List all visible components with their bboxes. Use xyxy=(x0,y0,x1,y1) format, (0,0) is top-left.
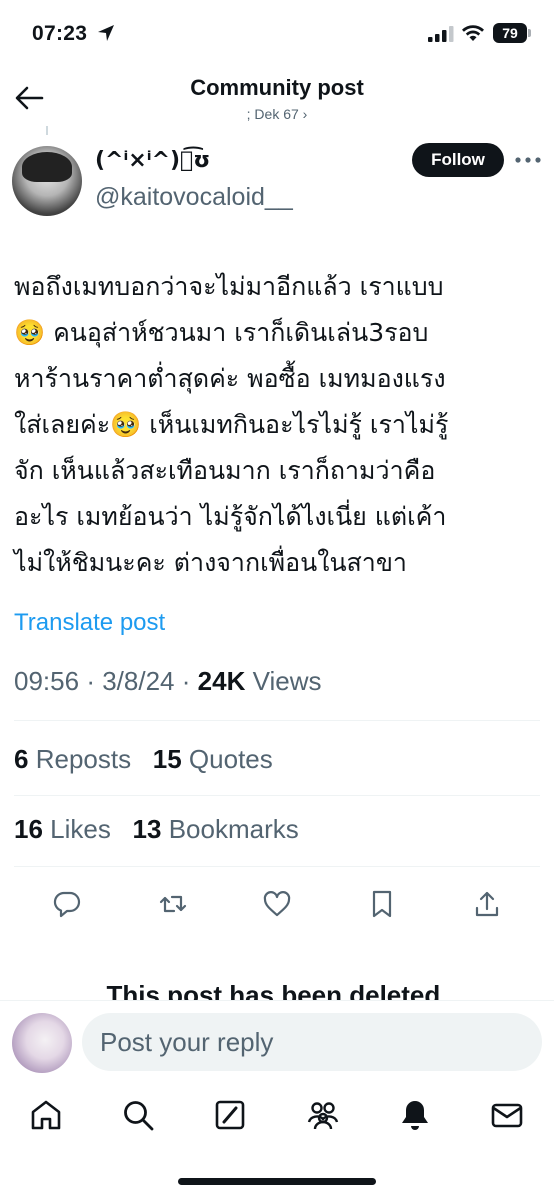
bookmarks-label: Bookmarks xyxy=(168,814,299,844)
share-icon[interactable] xyxy=(472,889,502,919)
post-text-line: พอถึงเมทบอกว่าจะไม่มาอีกแล้ว เราแบบ xyxy=(14,272,444,301)
more-options-icon[interactable] xyxy=(515,157,541,163)
post-date: 3/8/24 xyxy=(102,666,175,696)
battery-tip xyxy=(528,29,531,37)
post-text-line: อะไร เมทย้อนว่า ไม่รู้จักได้ไงเนี่ย แต่เ… xyxy=(14,502,447,531)
repost-icon[interactable] xyxy=(158,889,188,919)
grok-icon[interactable] xyxy=(213,1098,247,1132)
messages-icon[interactable] xyxy=(490,1098,524,1132)
views-count: 24K xyxy=(197,666,246,696)
quotes-label: Quotes xyxy=(188,744,273,774)
page-title: Community post xyxy=(190,75,364,100)
action-bar xyxy=(0,883,554,927)
status-time: 07:23 xyxy=(32,22,88,45)
author-handle[interactable]: @kaitovocaloid__ xyxy=(95,183,293,212)
post-text-line: ใส่เลยค่ะ🥹 เห็นเมทกินอะไรไม่รู้ เราไม่รู… xyxy=(14,410,449,439)
battery-icon: 79 xyxy=(493,23,527,43)
likes-count: 16 xyxy=(14,814,43,844)
bottom-nav xyxy=(0,1078,554,1200)
divider xyxy=(14,720,540,721)
views-label: Views xyxy=(252,666,322,696)
bookmarks-stat[interactable]: 13 Bookmarks xyxy=(133,814,299,844)
post-text-line: 🥹 คนอุส่าห์ชวนมา เราก็เดินเล่น3รอบ xyxy=(14,318,429,347)
community-link[interactable]: ; Dek 67 › xyxy=(0,106,554,122)
follow-button[interactable]: Follow xyxy=(412,143,504,177)
location-arrow-icon xyxy=(98,25,114,41)
post-text-line: จัก เห็นแล้วสะเทือนมาก เราก็ถามว่าคือ xyxy=(14,456,436,485)
author-display-name[interactable]: (^ⁱ×ⁱ^)ノ͡ʊ xyxy=(95,148,210,173)
wifi-icon xyxy=(462,25,484,41)
quotes-count: 15 xyxy=(152,744,182,774)
thread-line xyxy=(46,126,48,135)
home-indicator xyxy=(178,1178,376,1185)
reply-input[interactable]: Post your reply xyxy=(82,1013,542,1071)
like-icon[interactable] xyxy=(262,889,292,919)
meta-separator: · xyxy=(181,666,191,696)
reply-icon[interactable] xyxy=(52,889,82,919)
search-icon[interactable] xyxy=(121,1098,155,1132)
reposts-count: 6 xyxy=(14,744,29,774)
reply-bar: Post your reply xyxy=(0,1000,554,1078)
communities-icon[interactable] xyxy=(306,1098,340,1132)
reposts-label: Reposts xyxy=(35,744,132,774)
divider xyxy=(14,866,540,867)
quotes-stat[interactable]: 15 Quotes xyxy=(153,744,273,774)
meta-separator: · xyxy=(86,666,95,696)
user-avatar[interactable] xyxy=(12,1013,72,1073)
translate-post-link[interactable]: Translate post xyxy=(14,609,165,637)
status-bar: 07:23 79 xyxy=(0,0,554,72)
home-icon[interactable] xyxy=(29,1098,63,1132)
reposts-stat[interactable]: 6 Reposts xyxy=(14,744,131,774)
likes-label: Likes xyxy=(50,814,111,844)
divider xyxy=(14,795,540,796)
stats-row-likes: 16 Likes 13 Bookmarks xyxy=(14,814,299,845)
signal-icon xyxy=(428,26,454,42)
bookmarks-count: 13 xyxy=(132,814,162,844)
likes-stat[interactable]: 16 Likes xyxy=(14,814,111,844)
notifications-icon[interactable] xyxy=(398,1098,432,1132)
deleted-post-notice: This post has been deleted. xyxy=(106,980,448,1000)
post-meta: 09:56 · 3/8/24 · 24K Views xyxy=(14,666,321,697)
stats-row-reposts: 6 Reposts 15 Quotes xyxy=(14,744,273,775)
bookmark-icon[interactable] xyxy=(367,889,397,919)
post-time: 09:56 xyxy=(14,666,80,696)
post-text-line: ไม่ให้ชิมนะคะ ต่างจากเพื่อนในสาขา xyxy=(14,548,407,577)
post-text: พอถึงเมทบอกว่าจะไม่มาอีกแล้ว เราแบบ 🥹 คน… xyxy=(14,264,544,586)
post-text-line: หาร้านราคาต่ำสุดค่ะ พอซื้อ เมทมองแรง xyxy=(14,364,446,393)
author-avatar[interactable] xyxy=(12,146,82,216)
header: Community post ; Dek 67 › xyxy=(0,72,554,128)
